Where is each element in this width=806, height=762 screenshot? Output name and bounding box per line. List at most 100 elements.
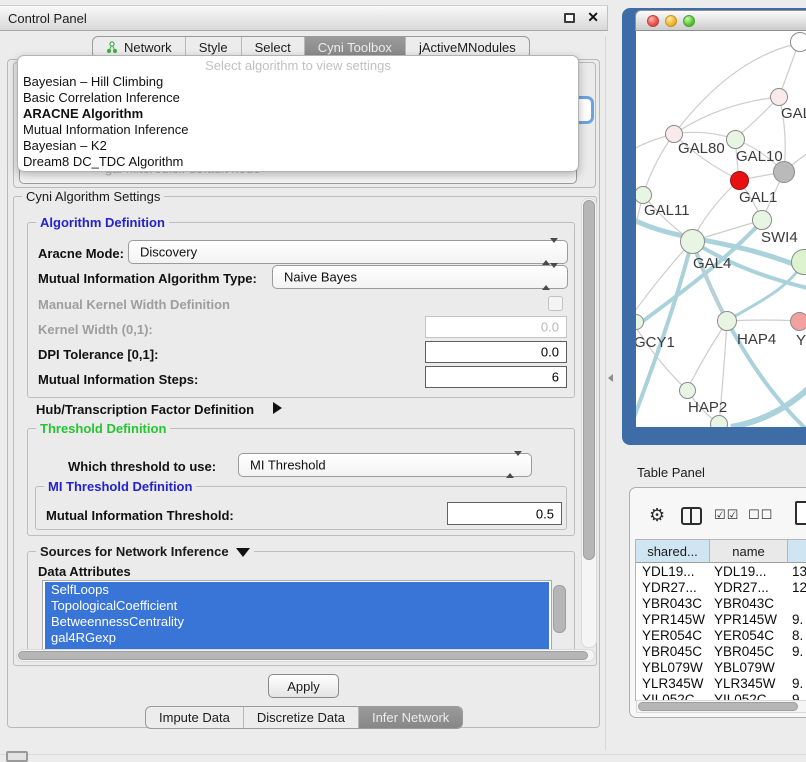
table-cell[interactable]: YLR345W xyxy=(642,676,704,691)
node-label: GAL4 xyxy=(693,255,731,272)
control-panel-title: Control Panel xyxy=(8,11,87,26)
mac-zoom-icon[interactable] xyxy=(683,15,695,27)
table-cell[interactable]: 9. xyxy=(792,676,803,691)
network-node[interactable] xyxy=(679,382,696,399)
combo-stepper-icon xyxy=(542,243,558,261)
deselect-all-icon[interactable]: ☐☐ xyxy=(748,508,773,523)
network-node[interactable] xyxy=(790,312,806,331)
algorithm-dropdown-popup: Select algorithm to view settings Bayesi… xyxy=(17,55,579,172)
algorithm-option-selected[interactable]: ARACNE Algorithm xyxy=(18,106,578,122)
attributes-scrollbar-thumb[interactable] xyxy=(553,585,566,633)
table-cell[interactable]: YBL079W xyxy=(642,660,703,675)
dpi-tolerance-field[interactable]: 0.0 xyxy=(425,341,567,363)
table-cell[interactable]: YBR045C xyxy=(714,644,774,659)
bottom-tabbar: Impute Data Discretize Data Infer Networ… xyxy=(145,706,463,729)
node-label: GCY1 xyxy=(636,334,675,351)
collapse-arrow-icon[interactable] xyxy=(236,548,250,557)
network-icon xyxy=(106,41,119,54)
network-node[interactable] xyxy=(726,130,745,149)
select-all-icon[interactable]: ☑☑ xyxy=(714,508,739,523)
algorithm-option[interactable]: Basic Correlation Inference xyxy=(18,90,578,106)
table-cell[interactable]: YER054C xyxy=(642,628,702,643)
column-header-partial[interactable] xyxy=(787,539,806,563)
table-hscroll-thumb[interactable] xyxy=(638,702,798,711)
column-header-shared-name[interactable]: shared... xyxy=(635,539,709,563)
mi-threshold-field[interactable]: 0.5 xyxy=(447,502,562,525)
sources-group-title: Sources for Network Inference xyxy=(36,544,254,559)
network-node[interactable] xyxy=(770,88,788,106)
tab-discretize-data[interactable]: Discretize Data xyxy=(244,707,359,728)
algorithm-option[interactable]: Dream8 DC_TDC Algorithm xyxy=(18,154,578,170)
mi-steps-field[interactable]: 6 xyxy=(425,366,567,388)
which-threshold-label: Which threshold to use: xyxy=(68,459,216,474)
close-icon[interactable]: ✕ xyxy=(587,9,599,26)
network-node[interactable] xyxy=(730,171,749,190)
network-node[interactable] xyxy=(752,210,772,230)
mac-minimize-icon[interactable] xyxy=(665,15,677,27)
table-panel-title: Table Panel xyxy=(637,465,705,480)
document-icon[interactable] xyxy=(795,501,806,525)
apply-button[interactable]: Apply xyxy=(268,674,339,698)
network-node[interactable] xyxy=(717,311,737,331)
tab-infer-network[interactable]: Infer Network xyxy=(359,707,462,728)
column-layout-icon[interactable] xyxy=(681,507,702,525)
panel-splitter[interactable] xyxy=(605,36,606,750)
network-node[interactable] xyxy=(680,229,705,254)
table-cell[interactable]: YBR045C xyxy=(642,644,702,659)
network-canvas[interactable]: GAL80 GAL10 GAL1 GAL11 GAL4 SWI4 GCY1 HA… xyxy=(636,31,806,427)
algorithm-definition-title: Algorithm Definition xyxy=(36,215,169,230)
column-header-name[interactable]: name xyxy=(709,539,787,563)
minimized-panel-icon[interactable] xyxy=(6,751,28,762)
table-cell[interactable]: 12 xyxy=(792,580,806,595)
hub-definition-label: Hub/Transcription Factor Definition xyxy=(36,402,254,417)
table-cell[interactable]: YER054C xyxy=(714,628,774,643)
aracne-mode-combo[interactable]: Discovery xyxy=(128,240,568,264)
mi-algorithm-type-label: Mutual Information Algorithm Type: xyxy=(38,271,257,286)
table-cell[interactable]: 13 xyxy=(792,564,806,579)
network-window-titlebar[interactable] xyxy=(635,10,806,31)
kernel-width-label: Kernel Width (0,1): xyxy=(38,322,153,337)
dpi-tolerance-label: DPI Tolerance [0,1]: xyxy=(38,347,158,362)
mi-algorithm-type-combo[interactable]: Naive Bayes xyxy=(272,265,568,289)
manual-kernel-width-checkbox[interactable] xyxy=(548,296,563,311)
settings-hscroll-thumb[interactable] xyxy=(18,651,588,660)
table-cell[interactable]: YDL19... xyxy=(642,564,695,579)
float-window-icon[interactable] xyxy=(564,13,575,23)
aracne-mode-label: Aracne Mode: xyxy=(38,246,124,261)
attribute-item[interactable]: TopologicalCoefficient xyxy=(45,598,549,614)
attribute-item[interactable]: gal4RGexp xyxy=(45,630,549,646)
app-screen: Control Panel ✕ Network Style Select Cyn… xyxy=(0,0,806,762)
node-label: Y xyxy=(796,332,806,349)
table-cell[interactable]: YBL079W xyxy=(714,660,775,675)
table-cell[interactable]: YDL19... xyxy=(714,564,767,579)
settings-gear-icon[interactable]: ⚙ xyxy=(649,505,665,526)
table-cell[interactable]: YBR043C xyxy=(642,596,702,611)
table-cell[interactable]: YLR345W xyxy=(714,676,776,691)
node-label: SWI4 xyxy=(761,229,798,246)
table-cell[interactable]: YDR27... xyxy=(714,580,769,595)
mac-close-icon[interactable] xyxy=(647,15,659,27)
table-cell[interactable]: YDR27... xyxy=(642,580,697,595)
table-cell[interactable]: YPR145W xyxy=(642,612,705,627)
expand-arrow-icon[interactable] xyxy=(273,402,282,414)
algorithm-option[interactable]: Bayesian – K2 xyxy=(18,138,578,154)
table-cell[interactable]: YPR145W xyxy=(714,612,777,627)
network-node[interactable] xyxy=(710,415,728,427)
table-cell[interactable]: YBR043C xyxy=(714,596,774,611)
node-label: GAL10 xyxy=(736,148,783,165)
attribute-item[interactable]: BetweennessCentrality xyxy=(45,614,549,630)
attribute-item[interactable]: SelfLoops xyxy=(45,582,549,598)
table-cell[interactable]: 9. xyxy=(792,644,803,659)
algorithm-option[interactable]: Bayesian – Hill Climbing xyxy=(18,74,578,90)
which-threshold-combo[interactable]: MI Threshold xyxy=(238,453,532,477)
splitter-collapse-icon[interactable] xyxy=(608,374,613,382)
table-cell[interactable]: 8. xyxy=(792,628,803,643)
control-panel-titlebar: Control Panel ✕ xyxy=(0,5,608,31)
algorithm-option[interactable]: Mutual Information Inference xyxy=(18,122,578,138)
settings-vscroll-thumb[interactable] xyxy=(583,200,595,560)
data-attributes-list: SelfLoops TopologicalCoefficient Between… xyxy=(42,580,552,652)
tab-impute-data[interactable]: Impute Data xyxy=(146,707,244,728)
kernel-width-field[interactable]: 0.0 xyxy=(425,316,567,338)
network-node[interactable] xyxy=(790,32,806,52)
table-cell[interactable]: 9. xyxy=(792,612,803,627)
